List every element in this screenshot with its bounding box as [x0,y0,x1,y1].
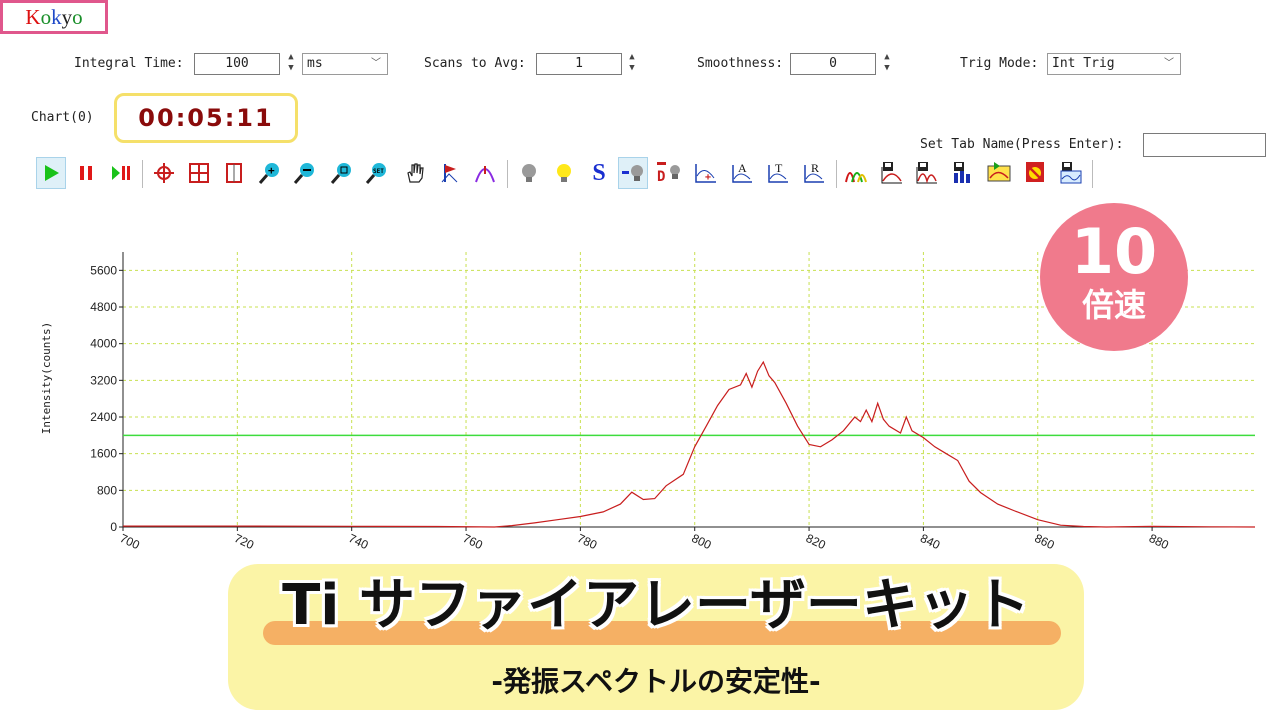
save-spectrum-icon[interactable] [877,157,907,189]
svg-text:SET: SET [373,168,384,175]
transmittance-icon[interactable]: T [763,157,793,189]
y-tick-label: 4000 [90,337,117,351]
play-icon[interactable] [36,157,66,189]
scans-to-avg-label: Scans to Avg: [424,56,526,71]
scans-to-avg-input[interactable]: 1 [536,53,622,75]
banner-title: Ti サファイアレーザーキット [282,573,1030,638]
peak-mark-icon[interactable] [470,157,500,189]
peak-flag-icon[interactable] [435,157,465,189]
integral-unit-select[interactable]: ms ﹀ [302,53,388,75]
zoom-out-icon[interactable] [290,157,320,189]
y-tick-label: 3200 [90,373,117,387]
svg-text:T: T [775,161,783,175]
export-icon[interactable] [984,157,1014,189]
step-icon[interactable] [106,157,136,189]
save-bars-icon[interactable] [948,157,978,189]
x-tick-label: 740 [346,531,370,552]
set-tab-name-label: Set Tab Name(Press Enter): [920,137,1124,152]
s-icon[interactable]: S [584,157,614,189]
integral-time-label: Integral Time: [74,56,184,71]
speed-badge: 10 倍速 [1040,203,1188,351]
x-tick-label: 880 [1147,531,1171,552]
x-tick-label: 700 [118,531,142,552]
y-tick-label: 5600 [90,263,117,277]
integral-time-input[interactable]: 100 [194,53,280,75]
bulb-off-icon[interactable] [514,157,544,189]
save-peaks-icon[interactable] [912,157,942,189]
bracket-icon[interactable] [219,157,249,189]
y-tick-label: 0 [110,520,117,534]
y-tick-label: 800 [97,483,117,497]
svg-text:R: R [811,161,819,175]
y-tick-label: 4800 [90,300,117,314]
svg-text:+: + [268,164,275,177]
crosshair-icon[interactable] [149,157,179,189]
kokyo-logo: Kokyo [0,0,108,34]
chevron-down-icon: ﹀ [1164,58,1174,69]
chart-label: Chart(0) [31,110,94,125]
y-axis-label: Intensity(counts) [40,322,53,435]
record-icon[interactable] [1020,157,1050,189]
chevron-down-icon: ﹀ [371,58,381,69]
speed-badge-text: 倍速 [1081,286,1146,324]
dark-subtract-icon[interactable]: D [654,157,684,189]
grid-icon[interactable] [184,157,214,189]
hand-icon[interactable] [400,157,430,189]
elapsed-timer: 00:05:11 [114,93,298,143]
zoom-in-icon[interactable]: + [255,157,285,189]
save-wave-icon[interactable] [1056,157,1086,189]
spectrum-line [123,360,1256,528]
reflectance-icon[interactable]: R [799,157,829,189]
dark-bulb-icon[interactable] [618,157,648,189]
x-tick-label: 760 [461,531,485,552]
absorbance-icon[interactable]: A [727,157,757,189]
spectrum-plus-icon[interactable]: + [691,157,721,189]
zoom-box-icon[interactable] [327,157,357,189]
bulb-on-icon[interactable] [549,157,579,189]
colored-peaks-icon[interactable] [841,157,871,189]
pause-icon[interactable] [71,157,101,189]
speed-badge-number: 10 [1070,215,1158,288]
x-tick-label: 860 [1032,531,1056,552]
y-tick-label: 2400 [90,410,117,424]
x-tick-label: 820 [804,531,828,552]
banner-subtitle: -発振スペクトルの安定性- [491,665,821,698]
x-tick-label: 720 [232,531,256,552]
smoothness-label: Smoothness: [697,56,784,71]
x-tick-label: 780 [575,531,599,552]
smoothness-input[interactable]: 0 [790,53,876,75]
trig-mode-select[interactable]: Int Trig ﹀ [1047,53,1181,75]
integral-time-spinner[interactable]: ▲ ▼ [285,52,297,76]
svg-text:A: A [738,161,747,175]
x-tick-label: 840 [918,531,942,552]
svg-text:D: D [657,169,665,185]
zoom-set-icon[interactable]: SET [362,157,392,189]
y-tick-label: 1600 [90,447,117,461]
x-tick-label: 800 [689,531,713,552]
trig-mode-label: Trig Mode: [960,56,1039,71]
smoothness-spinner[interactable]: ▲ ▼ [881,52,893,76]
svg-text:+: + [705,172,711,183]
scans-spinner[interactable]: ▲ ▼ [626,52,638,76]
set-tab-name-input[interactable] [1143,133,1266,157]
